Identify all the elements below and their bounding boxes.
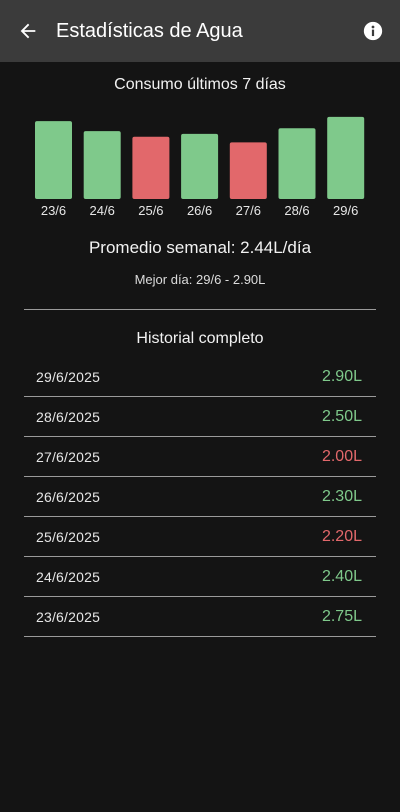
bar-25/6 — [132, 136, 170, 199]
history-row: 24/6/2025 2.40L — [24, 557, 376, 597]
history-row: 25/6/2025 2.20L — [24, 517, 376, 557]
info-button[interactable] — [362, 20, 384, 42]
history-row: 23/6/2025 2.75L — [24, 597, 376, 637]
history-value: 2.90L — [321, 367, 362, 385]
x-tick-label: 27/6 — [236, 203, 261, 218]
history-date: 24/6/2025 — [36, 568, 101, 585]
history-date: 26/6/2025 — [36, 488, 101, 505]
x-tick-label: 28/6 — [284, 203, 309, 218]
history-value: 2.40L — [321, 567, 362, 585]
history-row: 26/6/2025 2.30L — [24, 477, 376, 517]
history-row: 28/6/2025 2.50L — [24, 397, 376, 437]
history-date: 28/6/2025 — [36, 408, 101, 425]
x-tick-label: 26/6 — [187, 203, 212, 218]
history-date: 29/6/2025 — [36, 368, 101, 385]
back-button[interactable] — [14, 17, 42, 45]
x-tick-label: 23/6 — [41, 203, 66, 218]
history-value: 2.75L — [321, 607, 362, 625]
x-tick-label: 24/6 — [90, 203, 115, 218]
bar-23/6 — [35, 121, 72, 199]
history-list: 29/6/2025 2.90L 28/6/2025 2.50L 27/6/2025 2.0… — [24, 357, 376, 637]
bar-27/6 — [229, 142, 267, 199]
section-divider — [24, 309, 376, 310]
history-value: 2.20L — [321, 527, 362, 545]
weekly-average: Promedio semanal: 2.44L/día — [88, 238, 312, 257]
bar-24/6 — [83, 131, 121, 199]
best-day: Mejor día: 29/6 - 2.90L — [134, 272, 266, 287]
history-date: 27/6/2025 — [36, 448, 101, 465]
history-date: 25/6/2025 — [36, 528, 101, 545]
x-tick-label: 25/6 — [138, 203, 163, 218]
x-tick-label: 29/6 — [333, 203, 358, 218]
arrow-left-icon — [20, 23, 36, 39]
bar-28/6 — [278, 128, 316, 199]
chart-title: Consumo últimos 7 días — [114, 76, 286, 93]
weekly-consumption-chart: 23/6 24/6 25/6 26/6 27/6 28/6 29/6 — [35, 116, 365, 218]
history-date: 23/6/2025 — [36, 608, 101, 625]
page-title: Estadísticas de Agua — [56, 20, 243, 42]
app-bar: Estadísticas de Agua — [0, 0, 400, 62]
history-value: 2.50L — [321, 407, 362, 425]
history-row: 29/6/2025 2.90L — [24, 357, 376, 397]
history-value: 2.30L — [321, 487, 362, 505]
info-icon — [363, 21, 383, 41]
bar-26/6 — [181, 133, 219, 199]
history-row: 27/6/2025 2.00L — [24, 437, 376, 477]
history-title: Historial completo — [136, 330, 264, 347]
history-value: 2.00L — [321, 447, 362, 465]
bar-29/6 — [327, 116, 365, 199]
